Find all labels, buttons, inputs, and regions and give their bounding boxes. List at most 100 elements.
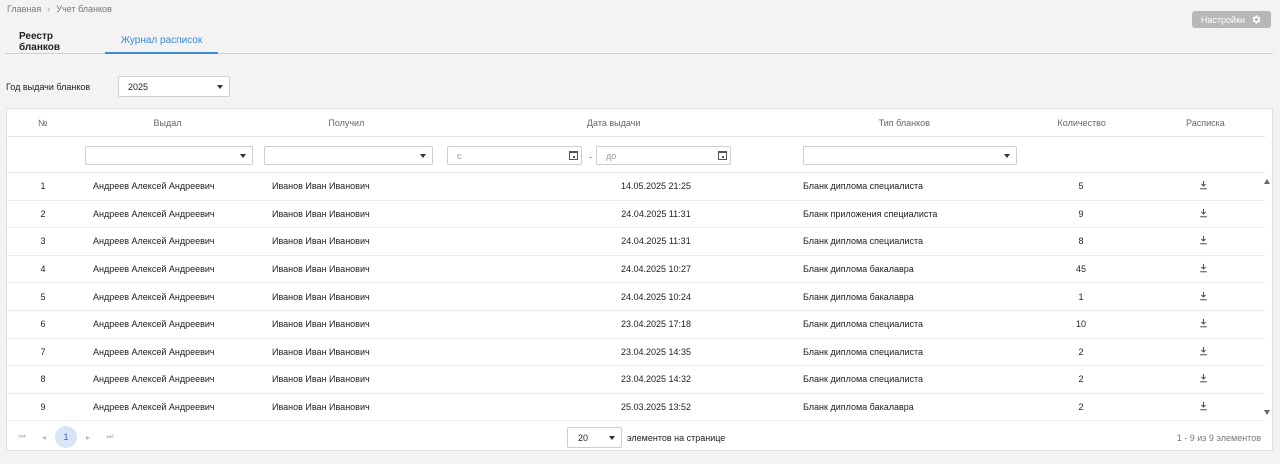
cell-num: 7 [40,346,46,357]
chevron-down-icon [420,153,426,158]
cell-received: Иванов Иван Иванович [272,291,370,302]
cell-receipt [1141,346,1265,358]
cell-date: 24.04.2025 11:31 [621,236,691,247]
header-num: № [37,117,48,128]
download-icon[interactable] [1198,318,1209,328]
per-page-value: 20 [578,432,589,443]
cell-received: Иванов Иван Иванович [272,319,370,330]
date-from-input[interactable]: с [447,146,582,165]
cell-issued: Андреев Алексей Андреевич [93,291,215,302]
calendar-icon[interactable] [718,151,727,160]
issued-filter-select[interactable] [85,146,253,165]
cell-type: Бланк диплома бакалавра [803,291,914,302]
cell-issued: Андреев Алексей Андреевич [93,346,215,357]
download-icon[interactable] [1198,180,1209,190]
cell-receipt [1141,291,1265,303]
cell-type: Бланк диплома специалиста [803,374,924,385]
date-to-input[interactable]: до [596,146,731,165]
cell-qty: 2 [1078,402,1084,413]
breadcrumb-current: Учет бланков [56,4,112,14]
receipts-table: № Выдал Получил Дата выдачи Тип бланков … [6,108,1273,451]
cell-receipt [1141,235,1265,247]
cell-received: Иванов Иван Иванович [272,264,370,275]
cell-qty: 45 [1075,264,1086,275]
cell-date: 23.04.2025 14:32 [620,374,692,385]
download-icon[interactable] [1198,373,1209,383]
cell-date: 23.04.2025 14:35 [620,346,692,357]
cell-type: Бланк диплома бакалавра [803,264,914,275]
download-icon[interactable] [1198,263,1209,273]
table-row: 3 Андреев Алексей Андреевич Иванов Иван Ив… [7,228,1265,256]
header-issued: Выдал [153,117,182,128]
cell-qty: 2 [1078,346,1084,357]
tab-receipts-journal[interactable]: Журнал расписок [105,29,218,54]
chevron-down-icon [240,153,246,158]
download-icon[interactable] [1198,401,1209,411]
cell-receipt [1141,263,1265,275]
download-icon[interactable] [1198,346,1209,356]
per-page-label: элементов на странице [627,433,726,443]
cell-received: Иванов Иван Иванович [272,208,370,219]
scroll-up-icon[interactable] [1264,179,1270,184]
calendar-icon[interactable] [569,151,578,160]
scroll-down-icon[interactable] [1264,410,1270,415]
cell-type: Бланк диплома специалиста [803,236,924,247]
cell-qty: 10 [1075,319,1086,330]
cell-num: 2 [40,208,46,219]
cell-date: 23.04.2025 17:18 [620,319,692,330]
breadcrumb: Главная › Учет бланков [7,4,112,14]
cell-received: Иванов Иван Иванович [272,181,370,192]
cell-qty: 5 [1078,181,1084,192]
table-body: 1 Андреев Алексей Андреевич Иванов Иван Ив… [7,173,1265,422]
cell-issued: Андреев Алексей Андреевич [93,319,215,330]
cell-type: Бланк диплома специалиста [803,346,924,357]
breadcrumb-home[interactable]: Главная [7,4,41,14]
cell-num: 1 [40,181,46,192]
cell-date: 24.04.2025 10:27 [620,264,692,275]
page-button-current[interactable]: 1 [55,426,77,448]
cell-issued: Андреев Алексей Андреевич [93,236,215,247]
cell-date: 24.04.2025 11:31 [621,208,691,219]
settings-button[interactable]: Настройки [1192,11,1271,28]
header-received: Получил [328,117,365,128]
chevron-down-icon [1004,153,1010,158]
cell-received: Иванов Иван Иванович [272,236,370,247]
table-row: 2 Андреев Алексей Андреевич Иванов Иван Ив… [7,201,1265,229]
table-row: 8 Андреев Алексей Андреевич Иванов Иван Ив… [7,366,1265,394]
cell-issued: Андреев Алексей Андреевич [93,181,215,192]
download-icon[interactable] [1198,208,1209,218]
next-page-icon[interactable]: ▸ [77,433,99,442]
table-row: 5 Андреев Алексей Андреевич Иванов Иван Ив… [7,283,1265,311]
table-row: 4 Андреев Алексей Андреевич Иванов Иван Ив… [7,256,1265,284]
tab-registry[interactable]: Реестр бланков [5,29,105,54]
cell-date: 24.04.2025 10:24 [620,291,692,302]
table-header: № Выдал Получил Дата выдачи Тип бланков … [7,109,1265,137]
header-type: Тип бланков [878,117,930,128]
download-icon[interactable] [1198,235,1209,245]
table-row: 7 Андреев Алексей Андреевич Иванов Иван Ив… [7,339,1265,367]
cell-num: 4 [40,264,46,275]
cell-received: Иванов Иван Иванович [272,374,370,385]
type-filter-select[interactable] [803,146,1017,165]
prev-page-icon[interactable]: ◂ [33,433,55,442]
table-row: 6 Андреев Алексей Андреевич Иванов Иван Ив… [7,311,1265,339]
chevron-down-icon [609,435,615,440]
pagination: ⏮ ◂ 1 ▸ ⏭ 20 элементов на странице 1 - 9… [7,423,1272,451]
cell-receipt [1141,373,1265,385]
cell-received: Иванов Иван Иванович [272,346,370,357]
year-select[interactable]: 2025 [118,76,230,97]
first-page-icon[interactable]: ⏮ [11,432,33,442]
cell-qty: 1 [1078,291,1084,302]
cell-type: Бланк диплома специалиста [803,181,924,192]
received-filter-select[interactable] [264,146,433,165]
per-page-select[interactable]: 20 [567,427,622,448]
cell-received: Иванов Иван Иванович [272,402,370,413]
tab-bar: Реестр бланков Журнал расписок [5,29,1273,54]
download-icon[interactable] [1198,291,1209,301]
cell-date: 25.03.2025 13:52 [620,402,692,413]
header-date: Дата выдачи [586,117,641,128]
last-page-icon[interactable]: ⏭ [99,432,121,442]
date-range-separator: - [589,152,592,162]
filter-row: с - до [7,137,1265,173]
cell-receipt [1141,401,1265,413]
